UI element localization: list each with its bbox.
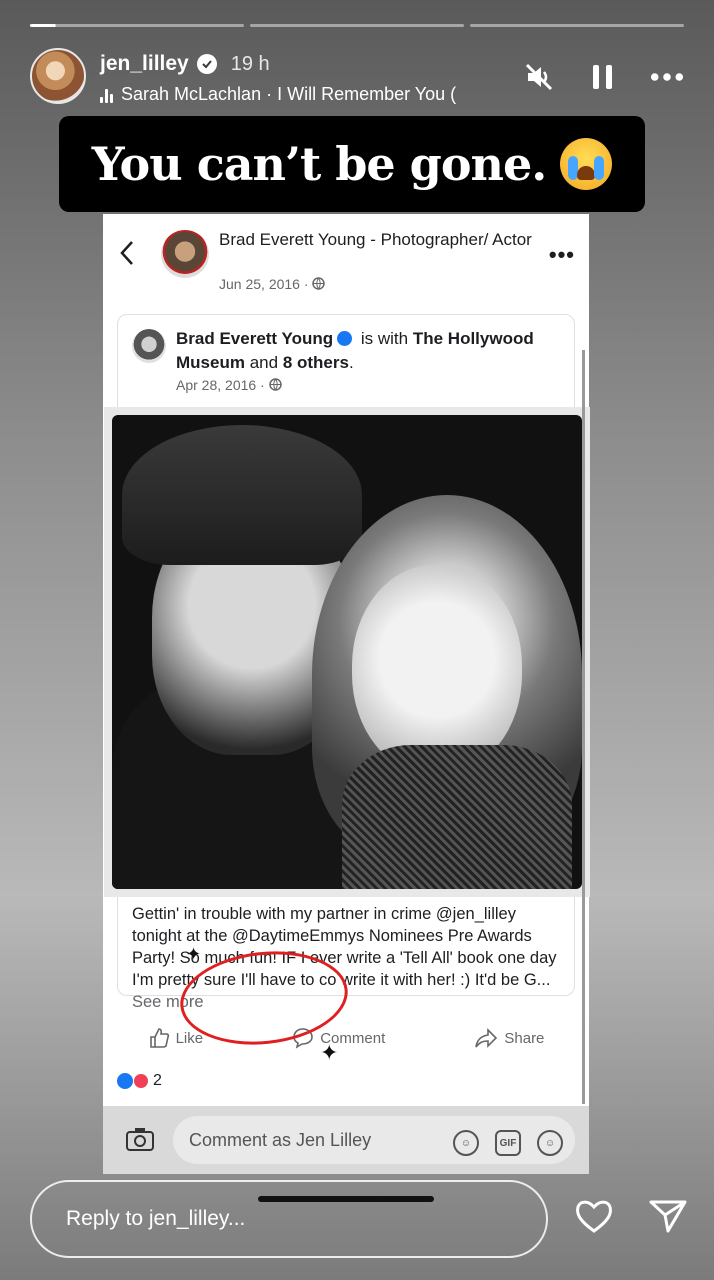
heart-icon[interactable] [574,1198,614,1239]
crying-face-icon [560,138,613,190]
fb-more-options-icon[interactable]: ••• [549,242,575,268]
fb-verified-icon [337,331,353,346]
shared-post-date: Apr 28, 2016 · [176,377,282,393]
share-arrow-icon [475,1028,498,1048]
emoji-icon[interactable]: ☺ [537,1130,563,1156]
mute-icon[interactable] [522,60,556,94]
shared-author-name[interactable]: Brad Everett Young [176,329,333,348]
post-photo[interactable] [104,407,590,897]
sparkle-icon: ✦ [320,1040,339,1065]
photo-content [112,415,582,889]
fb-comment-bar: Comment as Jen Lilley ☺ GIF ☺ [103,1106,589,1174]
fb-action-bar: Like Comment Share [103,1020,589,1056]
reply-actions [574,1198,688,1239]
reaction-count: 2 [153,1072,162,1089]
music-info[interactable]: Sarah McLachlan · I Will Remember You ( [100,84,520,105]
like-reaction-icon [117,1073,133,1089]
avatar-sticker-icon[interactable]: ☺ [453,1130,479,1156]
globe-icon [268,378,282,391]
caption-text: You can’t be gone. [91,137,548,191]
gif-icon[interactable]: GIF [495,1130,521,1156]
pause-icon[interactable] [586,60,620,94]
is-with-text: is with [360,329,409,348]
story-caption: You can’t be gone. [59,116,645,212]
camera-icon[interactable] [125,1126,155,1154]
send-icon[interactable] [648,1198,688,1239]
story-header: jen_lilley 19 h Sarah McLachlan · I Will… [30,48,684,108]
fb-post-date: Jun 25, 2016 · [219,276,326,292]
music-title: Sarah McLachlan · I Will Remember You ( [121,84,457,104]
story-controls [522,60,684,94]
and-text: and [249,353,279,372]
more-options-icon[interactable] [650,60,684,94]
home-indicator [258,1196,434,1202]
post-time: 19 h [230,52,270,75]
audio-bars-icon [100,87,113,103]
share-label: Share [504,1029,545,1047]
reply-input[interactable]: Reply to jen_lilley... [30,1180,548,1258]
story-progress [30,24,684,27]
username-row: jen_lilley 19 h [100,52,270,76]
share-button[interactable]: Share [474,1027,544,1049]
shared-post: Brad Everett Young is with The Hollywood… [104,314,590,1011]
sparkle-icon: ✦ [186,944,202,964]
shared-author-line: Brad Everett Young is with The Hollywood… [176,329,534,372]
comment-tools: ☺ GIF ☺ [453,1130,563,1156]
back-arrow-icon[interactable] [117,238,141,268]
reaction-summary[interactable]: 2 [117,1072,162,1090]
globe-icon [312,277,326,290]
username[interactable]: jen_lilley [100,52,189,76]
tagged-others[interactable]: 8 others [283,353,349,372]
avatar[interactable] [30,48,86,104]
progress-segment [30,24,244,27]
fb-post-header: Brad Everett Young - Photographer/ Actor… [103,214,589,306]
fb-scrollbar[interactable] [582,350,585,1104]
fb-author-name[interactable]: Brad Everett Young - Photographer/ Actor [219,228,539,251]
like-button[interactable]: Like [148,1027,203,1049]
love-reaction-icon [133,1073,149,1089]
progress-segment [470,24,684,27]
fb-author-avatar[interactable] [161,230,209,278]
shared-author-avatar[interactable] [132,329,166,363]
progress-segment [250,24,464,27]
verified-badge-icon [196,54,217,74]
thumbs-up-icon [149,1028,169,1048]
facebook-post-screenshot: Brad Everett Young - Photographer/ Actor… [103,214,590,1106]
